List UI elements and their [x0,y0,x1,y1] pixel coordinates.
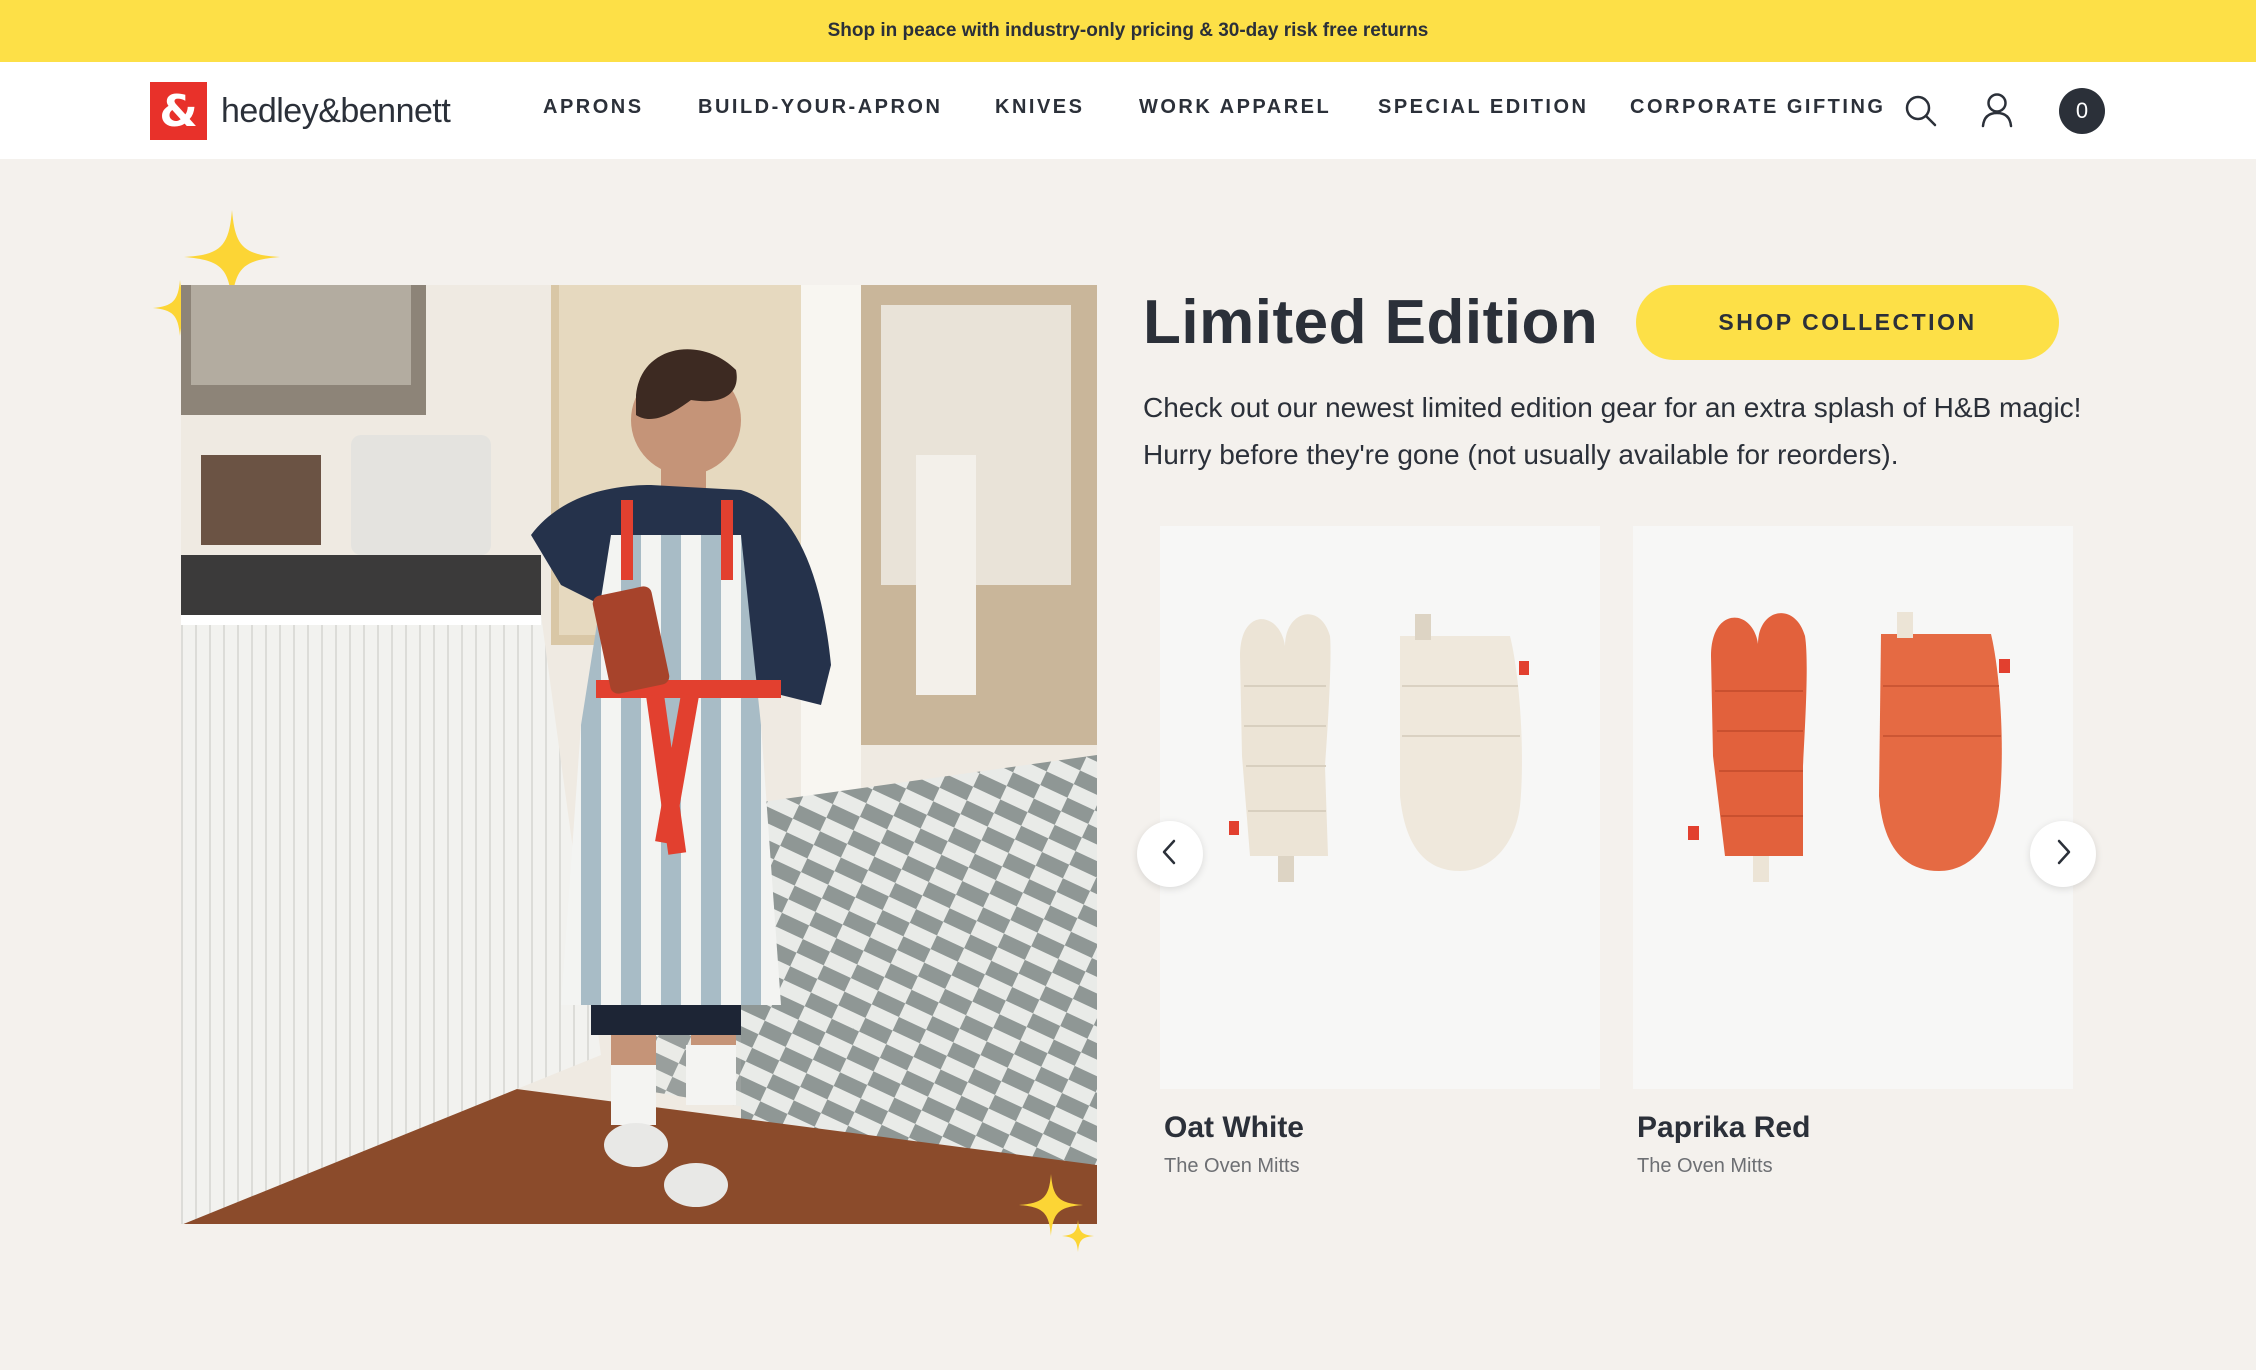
account-icon[interactable] [1980,92,2014,128]
product-card[interactable]: Oat White The Oven Mitts [1160,526,1600,1178]
nav-build-your-apron[interactable]: BUILD-YOUR-APRON [698,96,942,119]
product-subtitle: The Oven Mitts [1164,1155,1300,1177]
nav-aprons[interactable]: APRONS [543,96,644,119]
product-image [1633,526,2073,1089]
cart-icon[interactable]: 0 [2059,88,2105,134]
nav-special-edition[interactable]: SPECIAL EDITION [1378,96,1589,119]
cart-count: 0 [2075,98,2089,123]
product-image [1160,526,1600,1089]
brand-logo[interactable]: & hedley&bennett [150,82,451,140]
site-header: & hedley&bennett APRONS BUILD-YOUR-APRON… [0,62,2256,159]
nav-corporate-gifting[interactable]: CORPORATE GIFTING [1630,96,1885,119]
product-name[interactable]: Oat White [1164,1111,1600,1145]
nav-work-apparel[interactable]: WORK APPAREL [1139,96,1331,119]
logo-text: hedley&bennett [221,91,451,130]
logo-mark: & [150,82,207,140]
section-title: Limited Edition [1143,288,1599,357]
announcement-bar: Shop in peace with industry-only pricing… [0,0,2256,62]
chevron-left-icon [1160,838,1180,871]
shop-collection-button[interactable]: SHOP COLLECTION [1636,285,2059,360]
product-name[interactable]: Paprika Red [1637,1111,2073,1145]
carousel-prev-button[interactable] [1137,821,1203,887]
section-description: Check out our newest limited edition gea… [1143,392,2082,470]
nav-knives[interactable]: KNIVES [995,96,1084,119]
chevron-right-icon [2053,838,2073,871]
product-card[interactable]: Paprika Red The Oven Mitts [1633,526,2073,1178]
hero-lifestyle-image [181,285,1097,1224]
announcement-text: Shop in peace with industry-only pricing… [827,20,1429,41]
sparkle-decoration-icon [1015,1172,1097,1254]
product-subtitle: The Oven Mitts [1637,1155,1773,1177]
search-icon[interactable] [1904,94,1938,128]
carousel-next-button[interactable] [2030,821,2096,887]
